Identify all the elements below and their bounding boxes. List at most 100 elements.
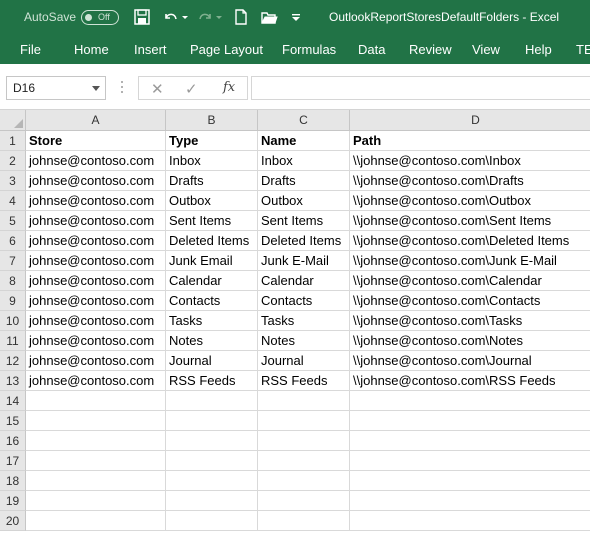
row-header[interactable]: 15 — [0, 411, 26, 431]
cell-type[interactable]: Deleted Items — [166, 231, 258, 251]
cell-store[interactable]: johnse@contoso.com — [26, 331, 166, 351]
header-cell-name[interactable]: Name — [258, 131, 350, 151]
column-header-a[interactable]: A — [26, 110, 166, 131]
cell-type[interactable]: Outbox — [166, 191, 258, 211]
empty-cell[interactable] — [258, 491, 350, 511]
empty-cell[interactable] — [26, 431, 166, 451]
cell-type[interactable]: Journal — [166, 351, 258, 371]
header-cell-store[interactable]: Store — [26, 131, 166, 151]
cell-type[interactable]: Junk Email — [166, 251, 258, 271]
cell-store[interactable]: johnse@contoso.com — [26, 171, 166, 191]
redo-icon[interactable] — [196, 8, 214, 26]
tab-formulas[interactable]: Formulas — [282, 42, 336, 57]
cell-name[interactable]: Tasks — [258, 311, 350, 331]
open-folder-icon[interactable] — [260, 8, 278, 26]
enter-icon[interactable]: ✓ — [185, 80, 198, 98]
tab-review[interactable]: Review — [409, 42, 452, 57]
cell-name[interactable]: Drafts — [258, 171, 350, 191]
header-cell-type[interactable]: Type — [166, 131, 258, 151]
empty-cell[interactable] — [26, 511, 166, 531]
new-file-icon[interactable] — [232, 8, 250, 26]
empty-cell[interactable] — [166, 471, 258, 491]
empty-cell[interactable] — [26, 471, 166, 491]
cell-path[interactable]: \\johnse@contoso.com\Sent Items — [350, 211, 590, 231]
row-header[interactable]: 10 — [0, 311, 26, 331]
formula-bar-splitter[interactable] — [117, 78, 127, 98]
cell-store[interactable]: johnse@contoso.com — [26, 211, 166, 231]
cell-path[interactable]: \\johnse@contoso.com\RSS Feeds — [350, 371, 590, 391]
cell-path[interactable]: \\johnse@contoso.com\Junk E-Mail — [350, 251, 590, 271]
empty-cell[interactable] — [26, 411, 166, 431]
row-header[interactable]: 5 — [0, 211, 26, 231]
cell-name[interactable]: Notes — [258, 331, 350, 351]
cell-name[interactable]: Junk E-Mail — [258, 251, 350, 271]
cell-name[interactable]: Contacts — [258, 291, 350, 311]
tab-page-layout[interactable]: Page Layout — [190, 42, 263, 57]
cell-type[interactable]: Drafts — [166, 171, 258, 191]
row-header[interactable]: 3 — [0, 171, 26, 191]
cancel-icon[interactable]: ✕ — [151, 80, 164, 98]
tab-insert[interactable]: Insert — [134, 42, 167, 57]
cell-path[interactable]: \\johnse@contoso.com\Tasks — [350, 311, 590, 331]
chevron-down-icon[interactable] — [92, 86, 100, 91]
cell-name[interactable]: RSS Feeds — [258, 371, 350, 391]
empty-cell[interactable] — [258, 411, 350, 431]
row-header[interactable]: 7 — [0, 251, 26, 271]
row-header[interactable]: 12 — [0, 351, 26, 371]
empty-cell[interactable] — [350, 491, 590, 511]
customize-qat-icon[interactable] — [290, 8, 302, 26]
cell-store[interactable]: johnse@contoso.com — [26, 231, 166, 251]
cell-type[interactable]: Calendar — [166, 271, 258, 291]
cell-store[interactable]: johnse@contoso.com — [26, 311, 166, 331]
tab-help[interactable]: Help — [525, 42, 552, 57]
row-header[interactable]: 18 — [0, 471, 26, 491]
insert-function-icon[interactable]: fx — [223, 80, 235, 95]
cell-type[interactable]: Notes — [166, 331, 258, 351]
cell-name[interactable]: Sent Items — [258, 211, 350, 231]
select-all-button[interactable] — [0, 110, 26, 131]
row-header[interactable]: 20 — [0, 511, 26, 531]
cell-store[interactable]: johnse@contoso.com — [26, 151, 166, 171]
empty-cell[interactable] — [258, 391, 350, 411]
row-header[interactable]: 2 — [0, 151, 26, 171]
empty-cell[interactable] — [26, 491, 166, 511]
row-header[interactable]: 17 — [0, 451, 26, 471]
tab-home[interactable]: Home — [74, 42, 109, 57]
tab-data[interactable]: Data — [358, 42, 385, 57]
empty-cell[interactable] — [350, 391, 590, 411]
empty-cell[interactable] — [166, 431, 258, 451]
cell-name[interactable]: Outbox — [258, 191, 350, 211]
cell-store[interactable]: johnse@contoso.com — [26, 371, 166, 391]
row-header[interactable]: 13 — [0, 371, 26, 391]
empty-cell[interactable] — [258, 511, 350, 531]
cell-type[interactable]: Tasks — [166, 311, 258, 331]
cell-type[interactable]: Contacts — [166, 291, 258, 311]
empty-cell[interactable] — [166, 391, 258, 411]
save-icon[interactable] — [133, 8, 151, 26]
empty-cell[interactable] — [350, 411, 590, 431]
cell-store[interactable]: johnse@contoso.com — [26, 291, 166, 311]
cell-store[interactable]: johnse@contoso.com — [26, 251, 166, 271]
empty-cell[interactable] — [166, 411, 258, 431]
empty-cell[interactable] — [350, 451, 590, 471]
undo-icon[interactable] — [162, 8, 180, 26]
empty-cell[interactable] — [350, 431, 590, 451]
cell-name[interactable]: Calendar — [258, 271, 350, 291]
cell-name[interactable]: Inbox — [258, 151, 350, 171]
row-header[interactable]: 6 — [0, 231, 26, 251]
empty-cell[interactable] — [350, 511, 590, 531]
cell-name[interactable]: Journal — [258, 351, 350, 371]
row-header[interactable]: 16 — [0, 431, 26, 451]
cell-path[interactable]: \\johnse@contoso.com\Contacts — [350, 291, 590, 311]
cell-path[interactable]: \\johnse@contoso.com\Deleted Items — [350, 231, 590, 251]
empty-cell[interactable] — [166, 451, 258, 471]
cell-type[interactable]: Sent Items — [166, 211, 258, 231]
name-box[interactable]: D16 — [6, 76, 106, 100]
empty-cell[interactable] — [350, 471, 590, 491]
cell-type[interactable]: RSS Feeds — [166, 371, 258, 391]
column-header-d[interactable]: D — [350, 110, 590, 131]
row-header[interactable]: 14 — [0, 391, 26, 411]
row-header[interactable]: 11 — [0, 331, 26, 351]
row-header[interactable]: 1 — [0, 131, 26, 151]
tab-file[interactable]: File — [20, 42, 41, 57]
